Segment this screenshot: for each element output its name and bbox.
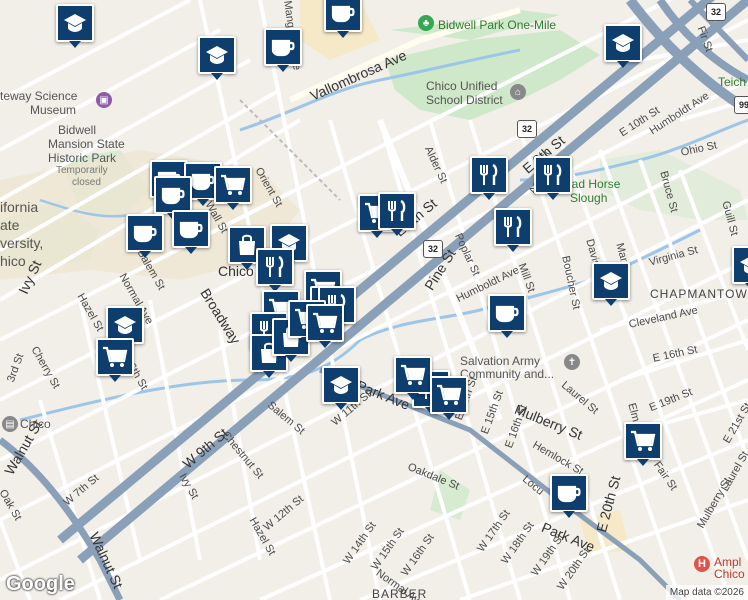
grocery-icon (437, 384, 462, 405)
cafe-icon (271, 39, 295, 57)
grocery-icon (401, 364, 426, 385)
grocery-pin[interactable] (214, 166, 252, 210)
place-bidwell-park[interactable]: Bidwell Park One-Mile (438, 19, 556, 31)
place-chico-usd-1[interactable]: Chico Unified (426, 80, 497, 92)
place-science-museum-2[interactable]: Museum (30, 104, 76, 116)
map-attribution[interactable]: Map data ©2026 (665, 585, 748, 600)
school-pin[interactable] (322, 366, 360, 410)
hospital-icon: H (694, 556, 710, 572)
place-chico-station[interactable]: Chico (20, 418, 51, 430)
place-bidwell-mansion-4: Temporarily (56, 165, 108, 176)
place-dead-horse-2[interactable]: Slough (570, 192, 607, 204)
restaurant-icon (480, 163, 498, 185)
school-pin[interactable] (732, 246, 748, 290)
school-icon (612, 34, 634, 52)
cafe-pin[interactable] (172, 210, 210, 254)
place-bidwell-mansion-2[interactable]: Mansion State (48, 138, 125, 150)
church-icon: ✝ (564, 354, 580, 370)
map-base-layer (0, 0, 748, 600)
place-csu-2[interactable]: ate (0, 218, 19, 232)
google-logo: Google (6, 573, 75, 595)
restaurant-pin[interactable] (256, 248, 294, 292)
cafe-pin[interactable] (324, 0, 362, 38)
restaurant-icon (544, 163, 562, 185)
school-district-icon: ⌂ (510, 84, 526, 100)
highway-32-shield: 32 (517, 120, 537, 138)
grocery-icon (631, 430, 656, 451)
grocery-pin[interactable] (430, 376, 468, 420)
school-pin[interactable] (198, 36, 236, 80)
place-teich[interactable]: Teich (718, 76, 746, 88)
highway-32-shield: 32 (423, 240, 443, 258)
restaurant-icon (504, 215, 522, 237)
place-science-museum-1[interactable]: teway Science (0, 90, 77, 102)
cafe-icon (161, 187, 185, 205)
cafe-icon (179, 221, 203, 239)
school-pin[interactable] (592, 262, 630, 306)
train-station-icon: ▤ (2, 416, 18, 432)
highway-32-shield: 32 (706, 3, 726, 21)
restaurant-icon (388, 199, 406, 221)
map-canvas[interactable]: Mangrove Ave Vallombrosa Ave Fir St E 10… (0, 0, 748, 600)
cafe-pin[interactable] (126, 214, 164, 258)
cafe-pin[interactable] (550, 474, 588, 518)
cafe-icon (191, 173, 215, 191)
restaurant-pin[interactable] (534, 156, 572, 200)
cafe-icon (495, 305, 519, 323)
place-bidwell-mansion-5: closed (72, 177, 101, 188)
restaurant-pin[interactable] (470, 156, 508, 200)
museum-icon: ▣ (96, 92, 112, 108)
school-icon (330, 376, 352, 394)
school-icon (600, 272, 622, 290)
school-icon (114, 316, 136, 334)
school-icon (64, 14, 86, 32)
school-icon (740, 257, 748, 274)
cafe-icon (133, 225, 157, 243)
restaurant-pin[interactable] (378, 192, 416, 236)
place-chico-usd-2[interactable]: School District (426, 94, 503, 106)
place-salvation-army-2[interactable]: Community and... (460, 368, 554, 380)
highway-99-shield: 99 (734, 96, 748, 114)
school-icon (206, 46, 228, 64)
school-pin[interactable] (604, 24, 642, 68)
grocery-pin[interactable] (96, 338, 134, 382)
park-icon: ♣ (418, 15, 434, 31)
place-dead-horse-1[interactable]: ead Horse (565, 178, 620, 190)
grocery-pin[interactable] (394, 356, 432, 400)
place-barber[interactable]: BARBER (372, 588, 427, 600)
place-csu-1[interactable]: ifornia (0, 200, 38, 214)
cafe-pin[interactable] (488, 294, 526, 338)
place-chapmantown[interactable]: CHAPMANTOW (650, 288, 748, 300)
grocery-icon (103, 346, 128, 367)
grocery-pin[interactable] (306, 304, 344, 348)
place-csu-3[interactable]: versity, (0, 236, 43, 250)
grocery-icon (313, 312, 338, 333)
grocery-icon (221, 174, 246, 195)
cafe-pin[interactable] (264, 28, 302, 72)
place-csu-4[interactable]: hico (0, 254, 26, 268)
place-bidwell-mansion-1[interactable]: Bidwell (58, 124, 96, 136)
cafe-pin[interactable] (154, 176, 192, 220)
cafe-icon (331, 5, 355, 23)
place-salvation-army-1[interactable]: Salvation Army (460, 355, 540, 367)
cafe-icon (557, 485, 581, 503)
restaurant-pin[interactable] (494, 208, 532, 252)
place-ampla-2[interactable]: Chico (714, 568, 745, 580)
place-bidwell-mansion-3[interactable]: Historic Park (48, 152, 116, 164)
school-pin[interactable] (56, 4, 94, 48)
grocery-pin[interactable] (624, 422, 662, 466)
restaurant-icon (266, 255, 284, 277)
